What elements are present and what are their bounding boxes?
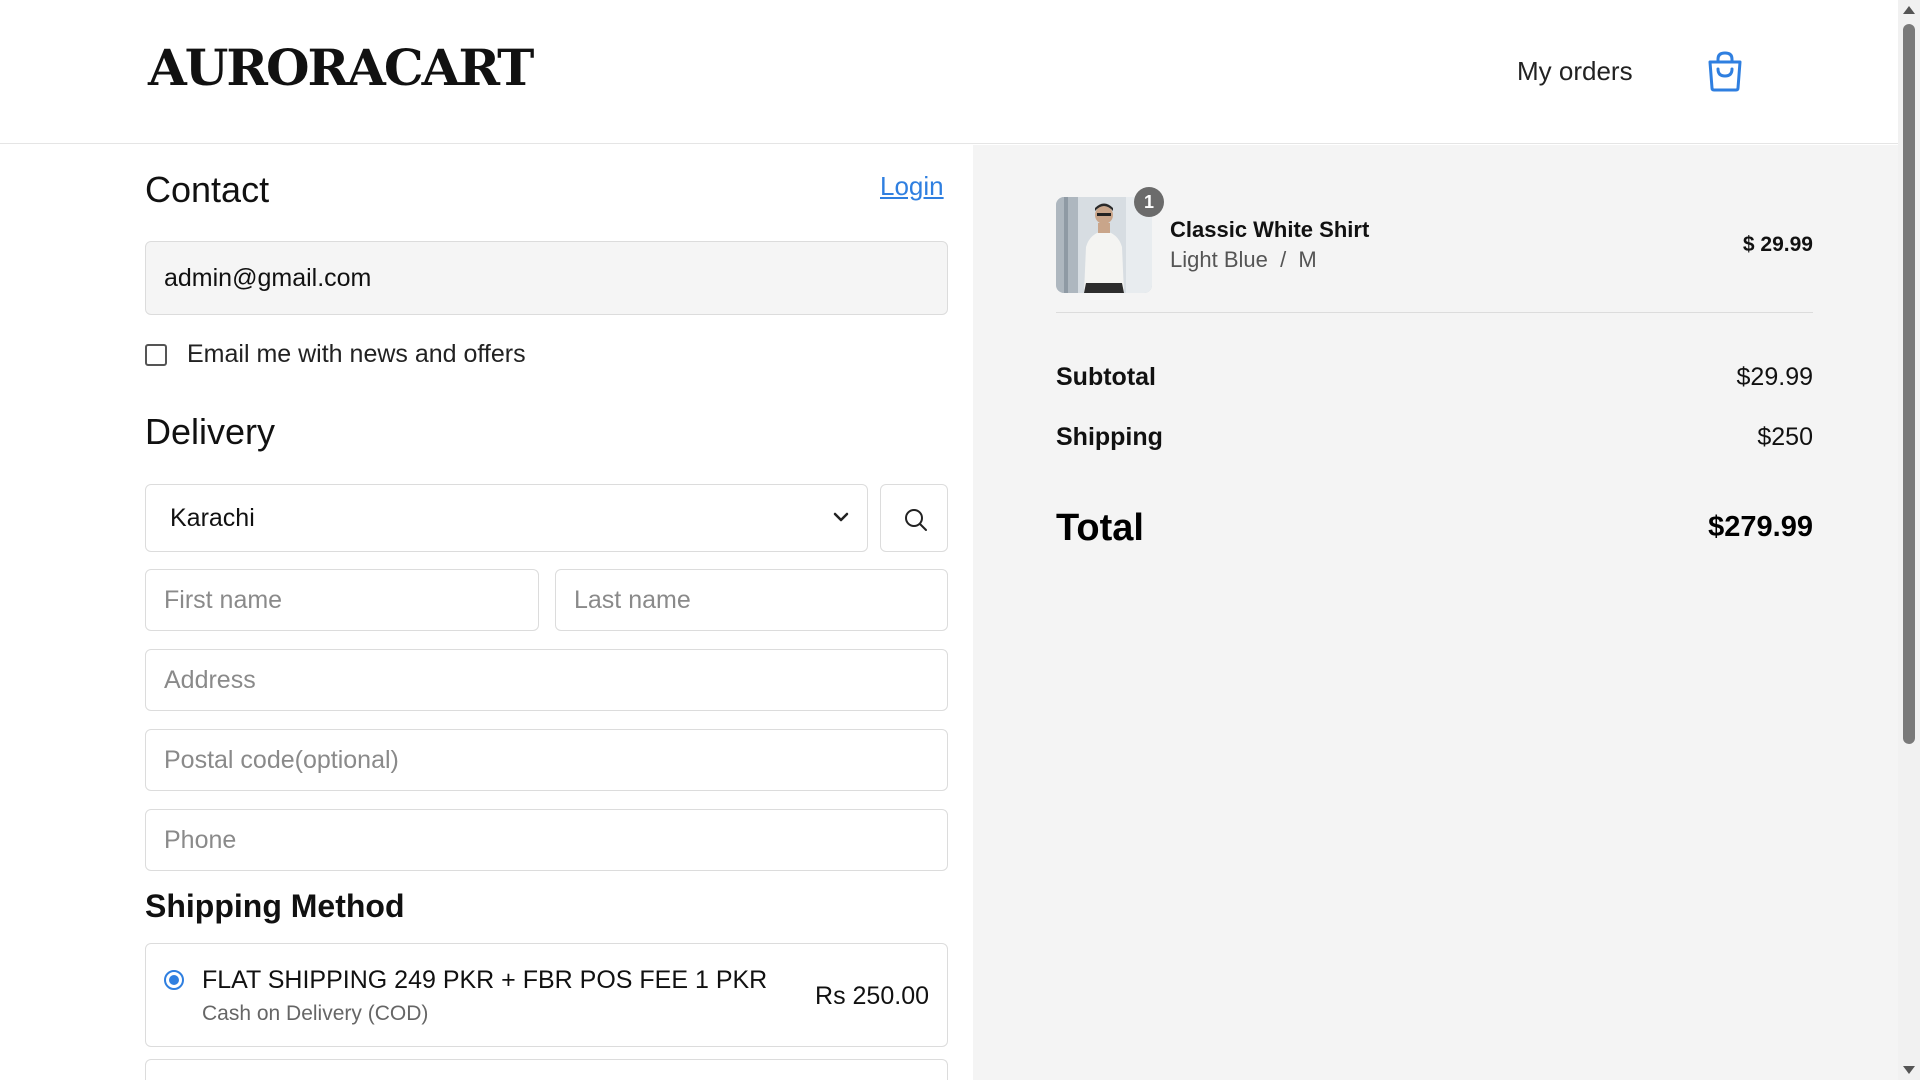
- search-icon: [905, 509, 927, 531]
- scroll-up-arrow[interactable]: [1903, 6, 1915, 14]
- total-value: $279.99: [1708, 511, 1813, 543]
- shipping-value: $250: [1757, 423, 1813, 451]
- total-label: Total: [1056, 507, 1144, 549]
- scroll-down-arrow[interactable]: [1903, 1066, 1915, 1074]
- city-search-button[interactable]: [880, 484, 948, 552]
- shipping-label: Shipping: [1056, 423, 1163, 451]
- newsletter-checkbox-row[interactable]: Email me with news and offers: [145, 340, 526, 369]
- shopping-bag-icon: [1708, 51, 1742, 92]
- delivery-title: Delivery: [145, 411, 276, 452]
- shipping-method-title: Shipping Method: [145, 888, 405, 924]
- shipping-option-price: Rs 250.00: [815, 982, 929, 1010]
- postal-code-field[interactable]: [145, 729, 948, 791]
- email-field[interactable]: [145, 241, 948, 315]
- item-variant: Light Blue / M: [1170, 247, 1317, 272]
- newsletter-checkbox[interactable]: [145, 343, 167, 366]
- city-select-value: Karachi: [170, 504, 255, 532]
- summary-divider: [1056, 312, 1813, 313]
- order-summary: 1 Classic White Shirt Light Blue / M $ 2…: [973, 145, 1898, 1080]
- city-select[interactable]: Karachi: [145, 484, 868, 552]
- scroll-thumb[interactable]: [1903, 24, 1915, 744]
- quantity-badge: 1: [1134, 187, 1164, 217]
- my-orders-link[interactable]: My orders: [1517, 56, 1633, 87]
- contact-title: Contact: [145, 169, 270, 210]
- subtotal-value: $29.99: [1736, 363, 1813, 391]
- address-field[interactable]: [145, 649, 948, 711]
- shipping-option-subtitle: Cash on Delivery (COD): [202, 1002, 429, 1025]
- item-name: Classic White Shirt: [1170, 217, 1370, 242]
- shipping-option[interactable]: FLAT SHIPPING 249 PKR + FBR POS FEE 1 PK…: [145, 943, 948, 1047]
- shipping-option-name: FLAT SHIPPING 249 PKR + FBR POS FEE 1 PK…: [202, 966, 768, 994]
- login-link[interactable]: Login: [880, 171, 944, 202]
- phone-field[interactable]: [145, 809, 948, 871]
- first-name-field[interactable]: [145, 569, 539, 631]
- page-scrollbar[interactable]: [1898, 0, 1920, 1080]
- item-price: $ 29.99: [1742, 233, 1813, 256]
- newsletter-label: Email me with news and offers: [187, 340, 526, 368]
- chevron-down-icon: [833, 512, 849, 522]
- site-header: AURORACART My orders: [0, 0, 1898, 144]
- checkout-form: Contact Login Email me with news and off…: [0, 145, 973, 1080]
- subtotal-label: Subtotal: [1056, 363, 1156, 391]
- cart-button[interactable]: [1705, 50, 1745, 92]
- logo[interactable]: AURORACART: [148, 38, 534, 97]
- last-name-field[interactable]: [555, 569, 948, 631]
- shipping-option-next[interactable]: [145, 1059, 948, 1080]
- shipping-option-radio[interactable]: [164, 970, 184, 990]
